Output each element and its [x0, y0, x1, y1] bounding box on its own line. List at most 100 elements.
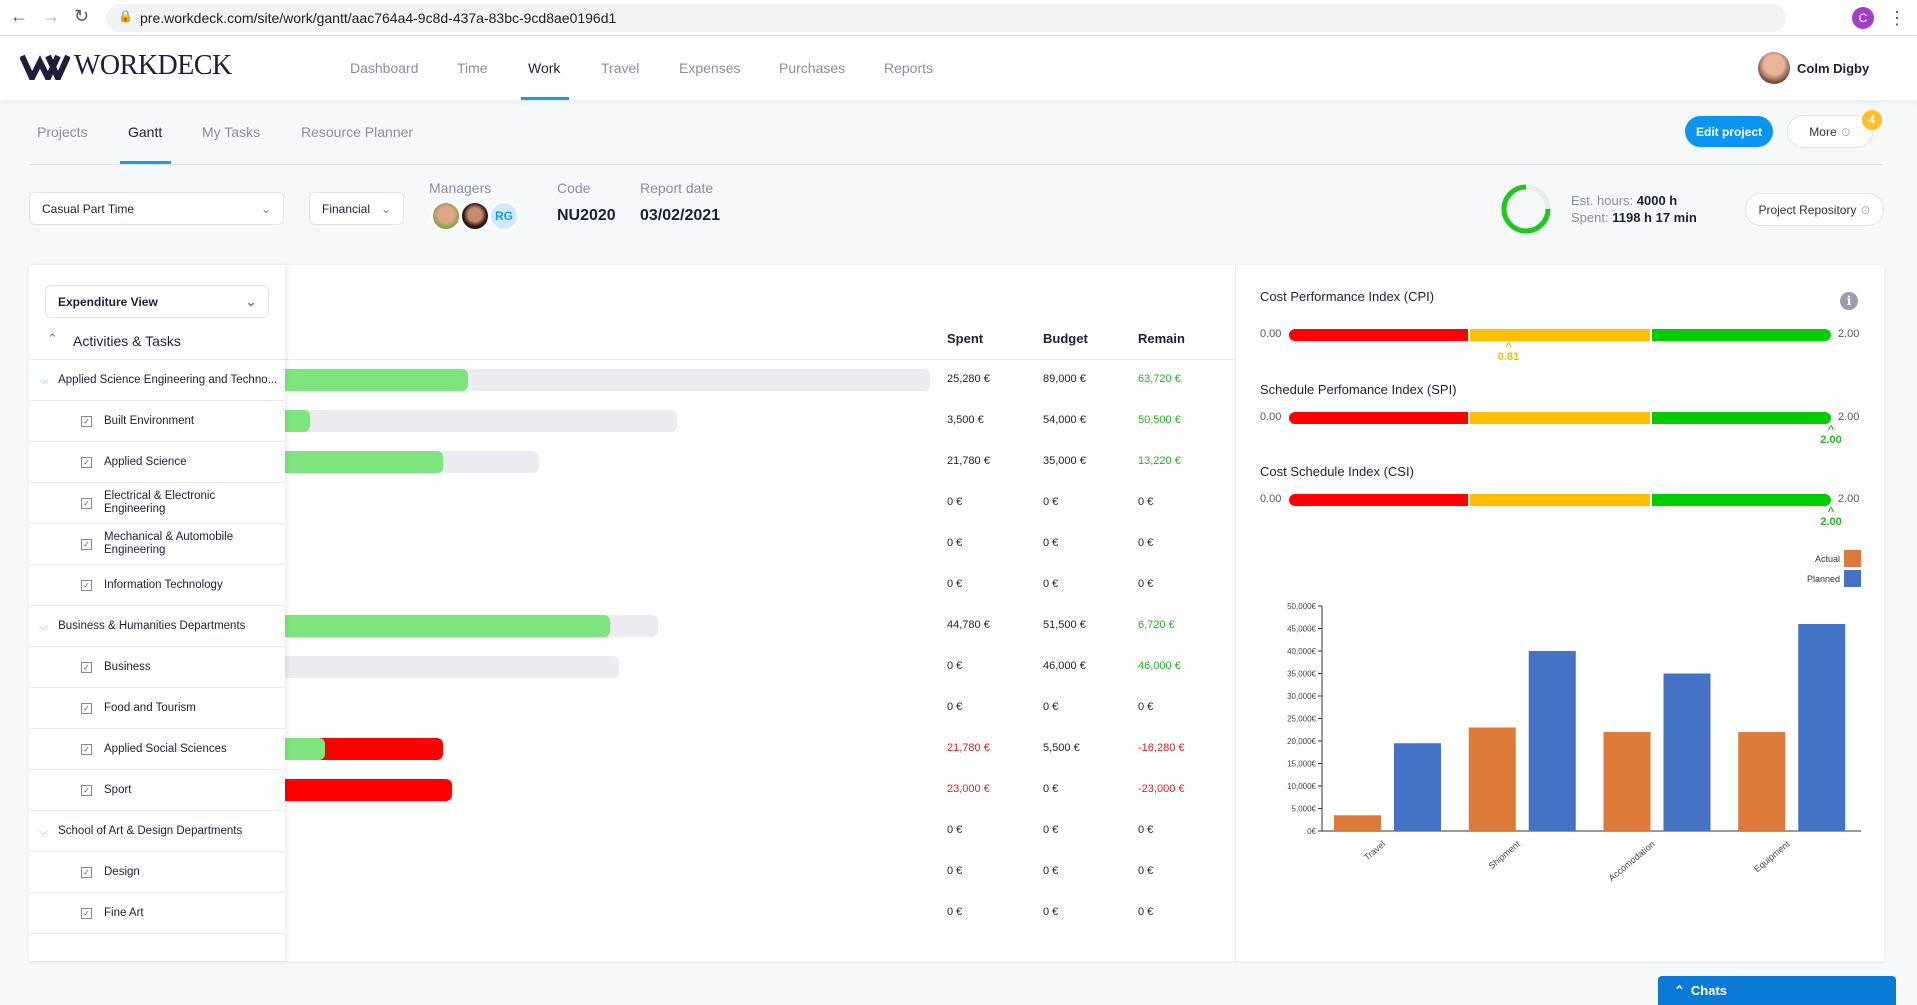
task-row[interactable]: ✓ Fine Art [29, 893, 285, 934]
task-checkbox-icon: ✓ [81, 661, 92, 673]
project-repository-button[interactable]: Project Repository ⊙ [1745, 193, 1884, 226]
nav-expenses[interactable]: Expenses [679, 60, 740, 76]
bar-planned-equipment[interactable] [1798, 624, 1846, 831]
bar-planned-accomodation[interactable] [1663, 673, 1711, 832]
index-title: Cost Performance Index (CPI) [1260, 289, 1435, 304]
activity-group-row[interactable]: ⌵ School of Art & Design Departments [29, 811, 285, 852]
chevron-down-icon[interactable]: ⌵ [39, 824, 48, 839]
task-checkbox-icon: ✓ [81, 702, 92, 714]
lock-icon: 🔒 [118, 9, 133, 23]
spent-cell: 0 € [947, 865, 963, 877]
bar-actual-travel[interactable] [1334, 815, 1381, 831]
task-row[interactable]: ✓ Applied Science [29, 442, 285, 483]
budget-bar[interactable] [285, 410, 677, 432]
user-avatar[interactable] [1758, 52, 1790, 84]
task-row[interactable]: ✓ Applied Social Sciences [29, 729, 285, 770]
logo-text: WORKDECK [74, 50, 232, 81]
manager-avatar[interactable] [431, 201, 461, 231]
index-value: 2.00 [1820, 516, 1842, 528]
remain-cell: 63,720 € [1138, 373, 1181, 385]
col-spent: Spent [947, 331, 984, 346]
task-row[interactable]: ✓ Business [29, 647, 285, 688]
spent-cell: 0 € [947, 701, 963, 713]
nav-dashboard[interactable]: Dashboard [350, 60, 419, 76]
index-title: Cost Schedule Index (CSI) [1260, 464, 1414, 479]
budget-bar[interactable] [285, 656, 619, 678]
app-header: WORKDECK Dashboard Time Work Travel Expe… [0, 36, 1917, 100]
view-select[interactable]: Financial ⌄ [309, 192, 404, 225]
manager-avatar-initials[interactable]: RG [489, 201, 519, 231]
chevron-down-icon: ⌄ [380, 201, 391, 216]
task-row[interactable]: ✓ Electrical & Electronic Engineering [29, 483, 285, 524]
y-tick-label: 25,000€ [1287, 715, 1316, 724]
expenditure-view-select[interactable]: Expenditure View ⌄ [45, 285, 269, 318]
workdeck-logo[interactable]: WORKDECK [20, 50, 232, 82]
nav-work[interactable]: Work [528, 60, 560, 76]
nav-travel[interactable]: Travel [601, 60, 639, 76]
tab-my-tasks[interactable]: My Tasks [202, 124, 260, 140]
y-tick-label: 15,000€ [1287, 760, 1316, 769]
y-tick-label: 50,000€ [1287, 602, 1316, 611]
task-row[interactable]: ✓ Built Environment [29, 401, 285, 442]
task-row[interactable]: ✓ Sport [29, 770, 285, 811]
budget-cell: 5,500 € [1043, 742, 1080, 754]
bar-actual-accomodation[interactable] [1603, 732, 1651, 831]
nav-active-indicator [521, 97, 569, 100]
spent-bar[interactable] [285, 615, 610, 637]
gauge-segment [1470, 329, 1652, 341]
more-button[interactable]: More ⊙ [1787, 115, 1873, 148]
spent-cell: 3,500 € [947, 414, 984, 426]
address-bar[interactable]: 🔒 pre.workdeck.com/site/work/gantt/aac764… [106, 4, 1786, 32]
reload-icon[interactable]: ↻ [74, 6, 89, 27]
tab-resource-planner[interactable]: Resource Planner [301, 124, 413, 140]
overspend-bar[interactable] [285, 779, 452, 801]
index-value: 0.81 [1497, 351, 1520, 363]
chevron-down-icon[interactable]: ⌵ [39, 619, 48, 634]
spent-cell: 44,780 € [947, 619, 990, 631]
activity-group-row[interactable]: ⌵ Applied Science Engineering and Techno.… [29, 360, 285, 401]
collapse-all-icon[interactable]: ⌃ [47, 331, 58, 347]
budget-cell: 0 € [1043, 783, 1059, 795]
spent-bar[interactable] [285, 451, 443, 473]
bar-actual-equipment[interactable] [1738, 732, 1786, 831]
tab-gantt[interactable]: Gantt [128, 124, 162, 140]
forward-icon[interactable]: → [42, 6, 60, 27]
remain-cell: 6,720 € [1138, 619, 1175, 631]
activity-group-row[interactable]: ⌵ Business & Humanities Departments [29, 606, 285, 647]
task-row[interactable]: ✓ Information Technology [29, 565, 285, 606]
edit-project-button[interactable]: Edit project [1685, 116, 1773, 147]
project-type-select[interactable]: Casual Part Time ⌄ [29, 192, 284, 225]
profile-avatar[interactable]: C [1852, 7, 1874, 29]
index-min: 0.00 [1260, 328, 1282, 340]
project-repository-label: Project Repository [1758, 202, 1857, 217]
spent-bar[interactable] [285, 738, 325, 760]
budget-cell: 0 € [1043, 496, 1059, 508]
bar-actual-shipment[interactable] [1468, 727, 1516, 832]
bar-planned-shipment[interactable] [1528, 651, 1576, 831]
bar-planned-travel[interactable] [1394, 743, 1441, 831]
user-name[interactable]: Colm Digby [1797, 61, 1869, 76]
chats-button[interactable]: ⌃ Chats [1658, 976, 1896, 1005]
manager-avatar[interactable] [460, 201, 490, 231]
remain-cell: -23,000 € [1138, 783, 1185, 795]
back-icon[interactable]: ← [10, 6, 28, 27]
tab-projects[interactable]: Projects [37, 124, 88, 140]
legend-swatch [1844, 550, 1861, 567]
nav-purchases[interactable]: Purchases [779, 60, 845, 76]
menu-icon[interactable]: ⋮ [1888, 8, 1906, 29]
est-hours-label: Est. hours: [1571, 193, 1634, 208]
info-icon[interactable]: i [1840, 292, 1858, 310]
spent-bar[interactable] [285, 410, 311, 432]
row-label: Applied Social Sciences [104, 742, 227, 755]
nav-reports[interactable]: Reports [884, 60, 933, 76]
spent-bar[interactable] [285, 369, 469, 391]
spent-cell: 0 € [947, 660, 963, 672]
task-row[interactable]: ✓ Design [29, 852, 285, 893]
task-row[interactable]: ✓ Food and Tourism [29, 688, 285, 729]
nav-time[interactable]: Time [457, 60, 488, 76]
chevron-down-icon[interactable]: ⌵ [39, 373, 48, 388]
notification-badge: 4 [1862, 110, 1882, 130]
task-row[interactable]: ✓ Mechanical & Automobile Engineering [29, 524, 285, 565]
spent-hours-value: 1198 h 17 min [1612, 210, 1697, 225]
row-label: Design [104, 865, 140, 878]
